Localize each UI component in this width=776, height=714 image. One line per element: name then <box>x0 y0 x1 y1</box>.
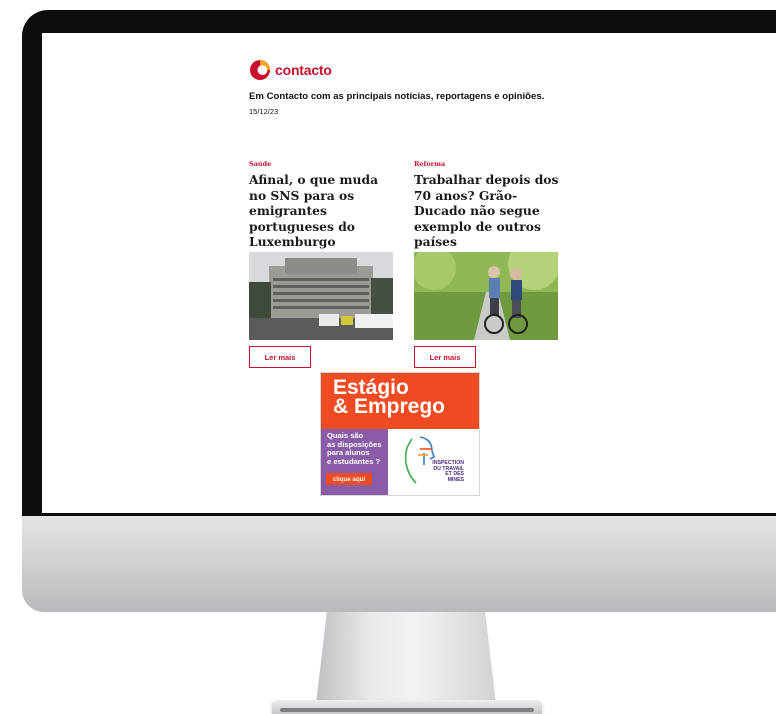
article-category[interactable]: Reforma <box>414 160 559 168</box>
article-card: Reforma Trabalhar depois dos 70 anos? Gr… <box>414 160 559 368</box>
newsletter-tagline: Em Contacto com as principais notícias, … <box>249 91 545 102</box>
monitor-screen: contacto Em Contacto com as principais n… <box>42 33 776 513</box>
monitor-stand-neck <box>316 612 496 704</box>
article-card: Saúde Afinal, o que muda no SNS para os … <box>249 160 394 368</box>
article-category[interactable]: Saúde <box>249 160 394 168</box>
article-image-hospital[interactable] <box>249 252 393 340</box>
brand-name: contacto <box>275 62 332 78</box>
article-title[interactable]: Trabalhar depois dos 70 anos? Grão-Ducad… <box>414 172 559 250</box>
contacto-logo-icon <box>249 59 271 81</box>
ad-headline-line-2: & Emprego <box>333 395 446 418</box>
brand-logo[interactable]: contacto <box>249 57 579 83</box>
newsletter: contacto Em Contacto com as principais n… <box>249 57 579 368</box>
ad-headline: Estágio & Emprego <box>333 377 446 418</box>
internship-ad-banner[interactable]: Estágio & Emprego Quais são as disposiçõ… <box>320 372 480 496</box>
ad-question-panel: Quais são as disposições para alunos e e… <box>321 429 388 495</box>
ad-headline-panel: Estágio & Emprego <box>321 373 479 429</box>
article-title[interactable]: Afinal, o que muda no SNS para os emigra… <box>249 172 394 250</box>
read-more-button[interactable]: Ler mais <box>414 346 476 368</box>
ad-logo-panel: INSPECTION DU TRAVAIL ET DES MINES <box>388 429 479 495</box>
monitor-chin <box>22 516 776 612</box>
ad-cta-button[interactable]: clique aqui <box>326 473 372 485</box>
ad-organization-name: INSPECTION DU TRAVAIL ET DES MINES <box>432 460 464 483</box>
newsletter-date: 15/12/23 <box>249 107 279 116</box>
read-more-button[interactable]: Ler mais <box>249 346 311 368</box>
monitor-stand-shadow <box>280 708 534 712</box>
article-image-cycling[interactable] <box>414 252 558 340</box>
